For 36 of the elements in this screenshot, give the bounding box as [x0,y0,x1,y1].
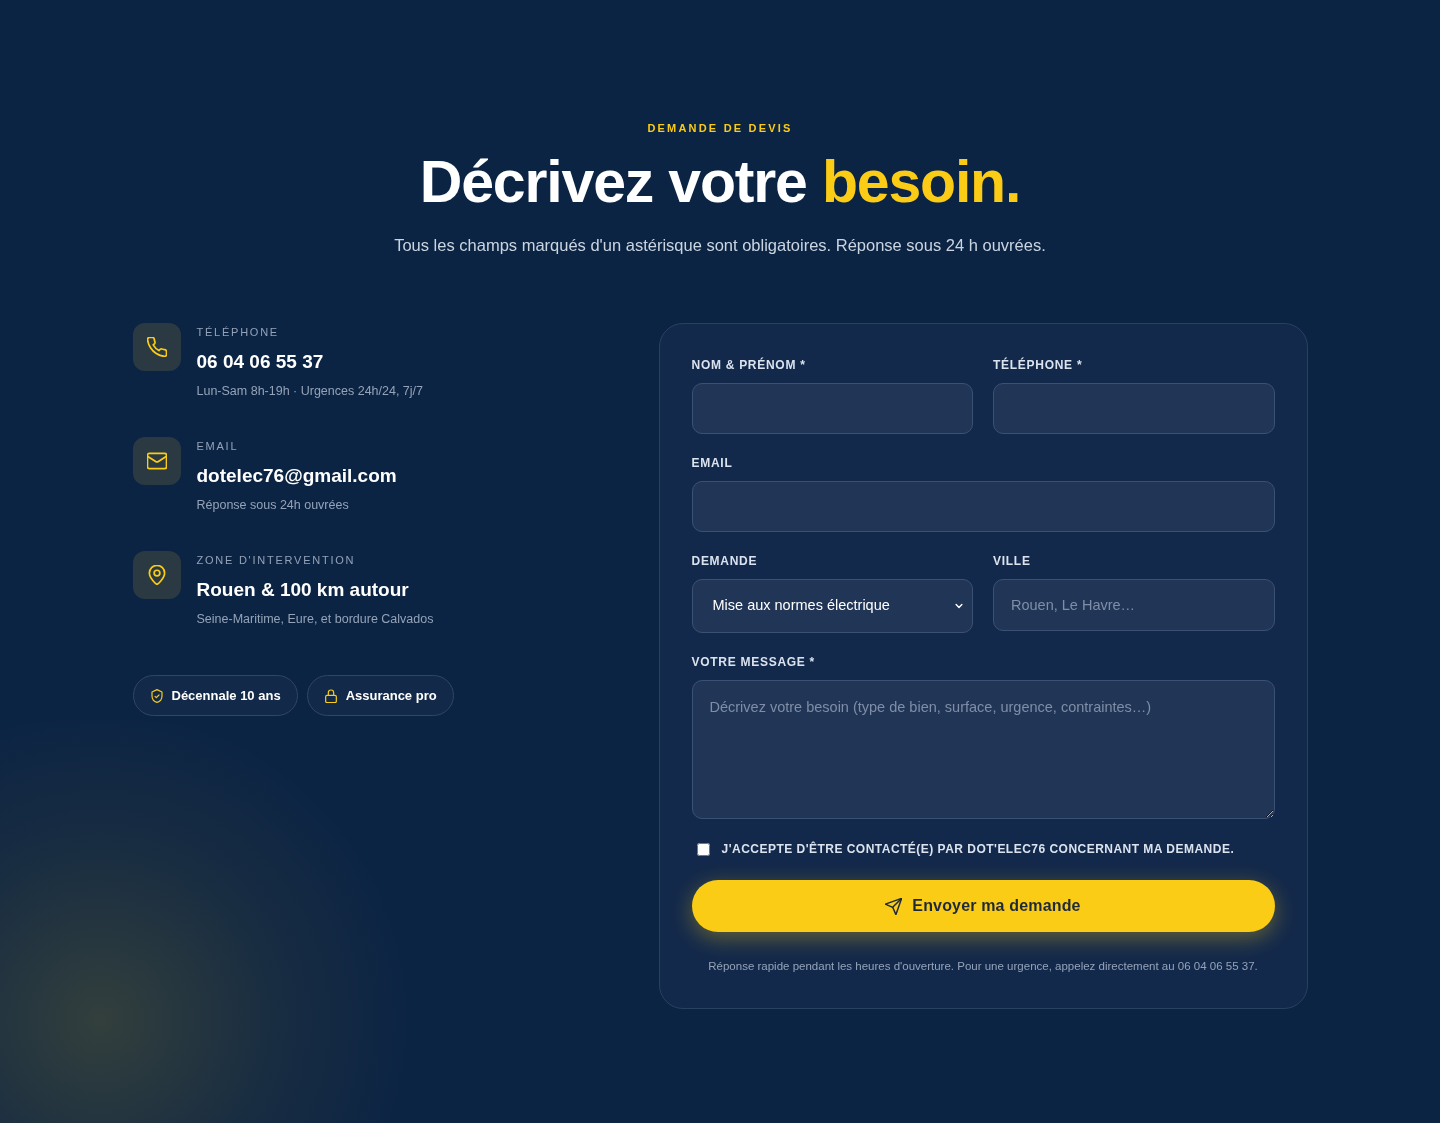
section-eyebrow: DEMANDE DE DEVIS [647,121,793,136]
contact-note: Réponse sous 24h ouvrées [196,497,350,514]
text-input-field[interactable]: Rouen, Le Havre… [993,579,1275,632]
text-input-field[interactable] [691,383,973,435]
field-label: NOM & PRÉNOM * [691,358,807,373]
field-label: EMAIL [691,456,734,471]
page-title: Décrivez votre besoin. [419,148,1021,215]
request-type-dropdown[interactable]: Mise aux normes électrique [691,579,973,634]
field-label: DEMANDE [691,554,759,569]
contact-value: 06 04 06 55 37 [196,351,325,374]
field-label: TÉLÉPHONE * [993,358,1084,373]
consent-label: J'ACCEPTE D'ÊTRE CONTACTÉ(E) PAR DOT'ELEC76 CONCERNANT MA DEMANDE. [721,840,1235,859]
phone-tile-icon [132,323,181,372]
text-input-field[interactable] [691,481,1275,533]
field-label: VOTRE MESSAGE * [691,655,816,670]
shield-check-icon [149,688,164,703]
message-textarea[interactable]: Décrivez votre besoin (type de bien, surface, urgence, contraintes…) [691,680,1275,820]
contact-label: ZONE D'INTERVENTION [196,554,357,568]
field-label: VILLE [993,554,1032,569]
page-subtitle: Tous les champs marqués d'un astérisque sont obligatoires. Réponse sous 24 h ouvrées. [394,234,1046,256]
contact-value: Rouen & 100 km autour [196,579,410,602]
padlock-icon [323,688,338,703]
contact-note: Seine-Maritime, Eure, et bordure Calvados [196,611,434,628]
send-icon [885,897,903,915]
map-pin-tile-icon [132,551,181,600]
contact-label: EMAIL [196,440,240,454]
contact-label: TÉLÉPHONE [196,326,280,340]
envelope-tile-icon [132,437,181,486]
consent-checkbox[interactable] [696,842,710,856]
text-input-field[interactable] [993,383,1275,435]
contact-note: Lun-Sam 8h-19h · Urgences 24h/24, 7j/7 [196,383,424,400]
contact-value: dotelec76@gmail.com [196,465,397,488]
form-footnote: Réponse rapide pendant les heures d'ouverture. Pour une urgence, appelez directement au 06 04 06 55 37. [707,959,1259,975]
trust-badge: Assurance pro [306,675,454,717]
trust-badge: Décennale 10 ans [132,675,298,717]
submit-button[interactable]: Envoyer ma demande [691,880,1275,933]
